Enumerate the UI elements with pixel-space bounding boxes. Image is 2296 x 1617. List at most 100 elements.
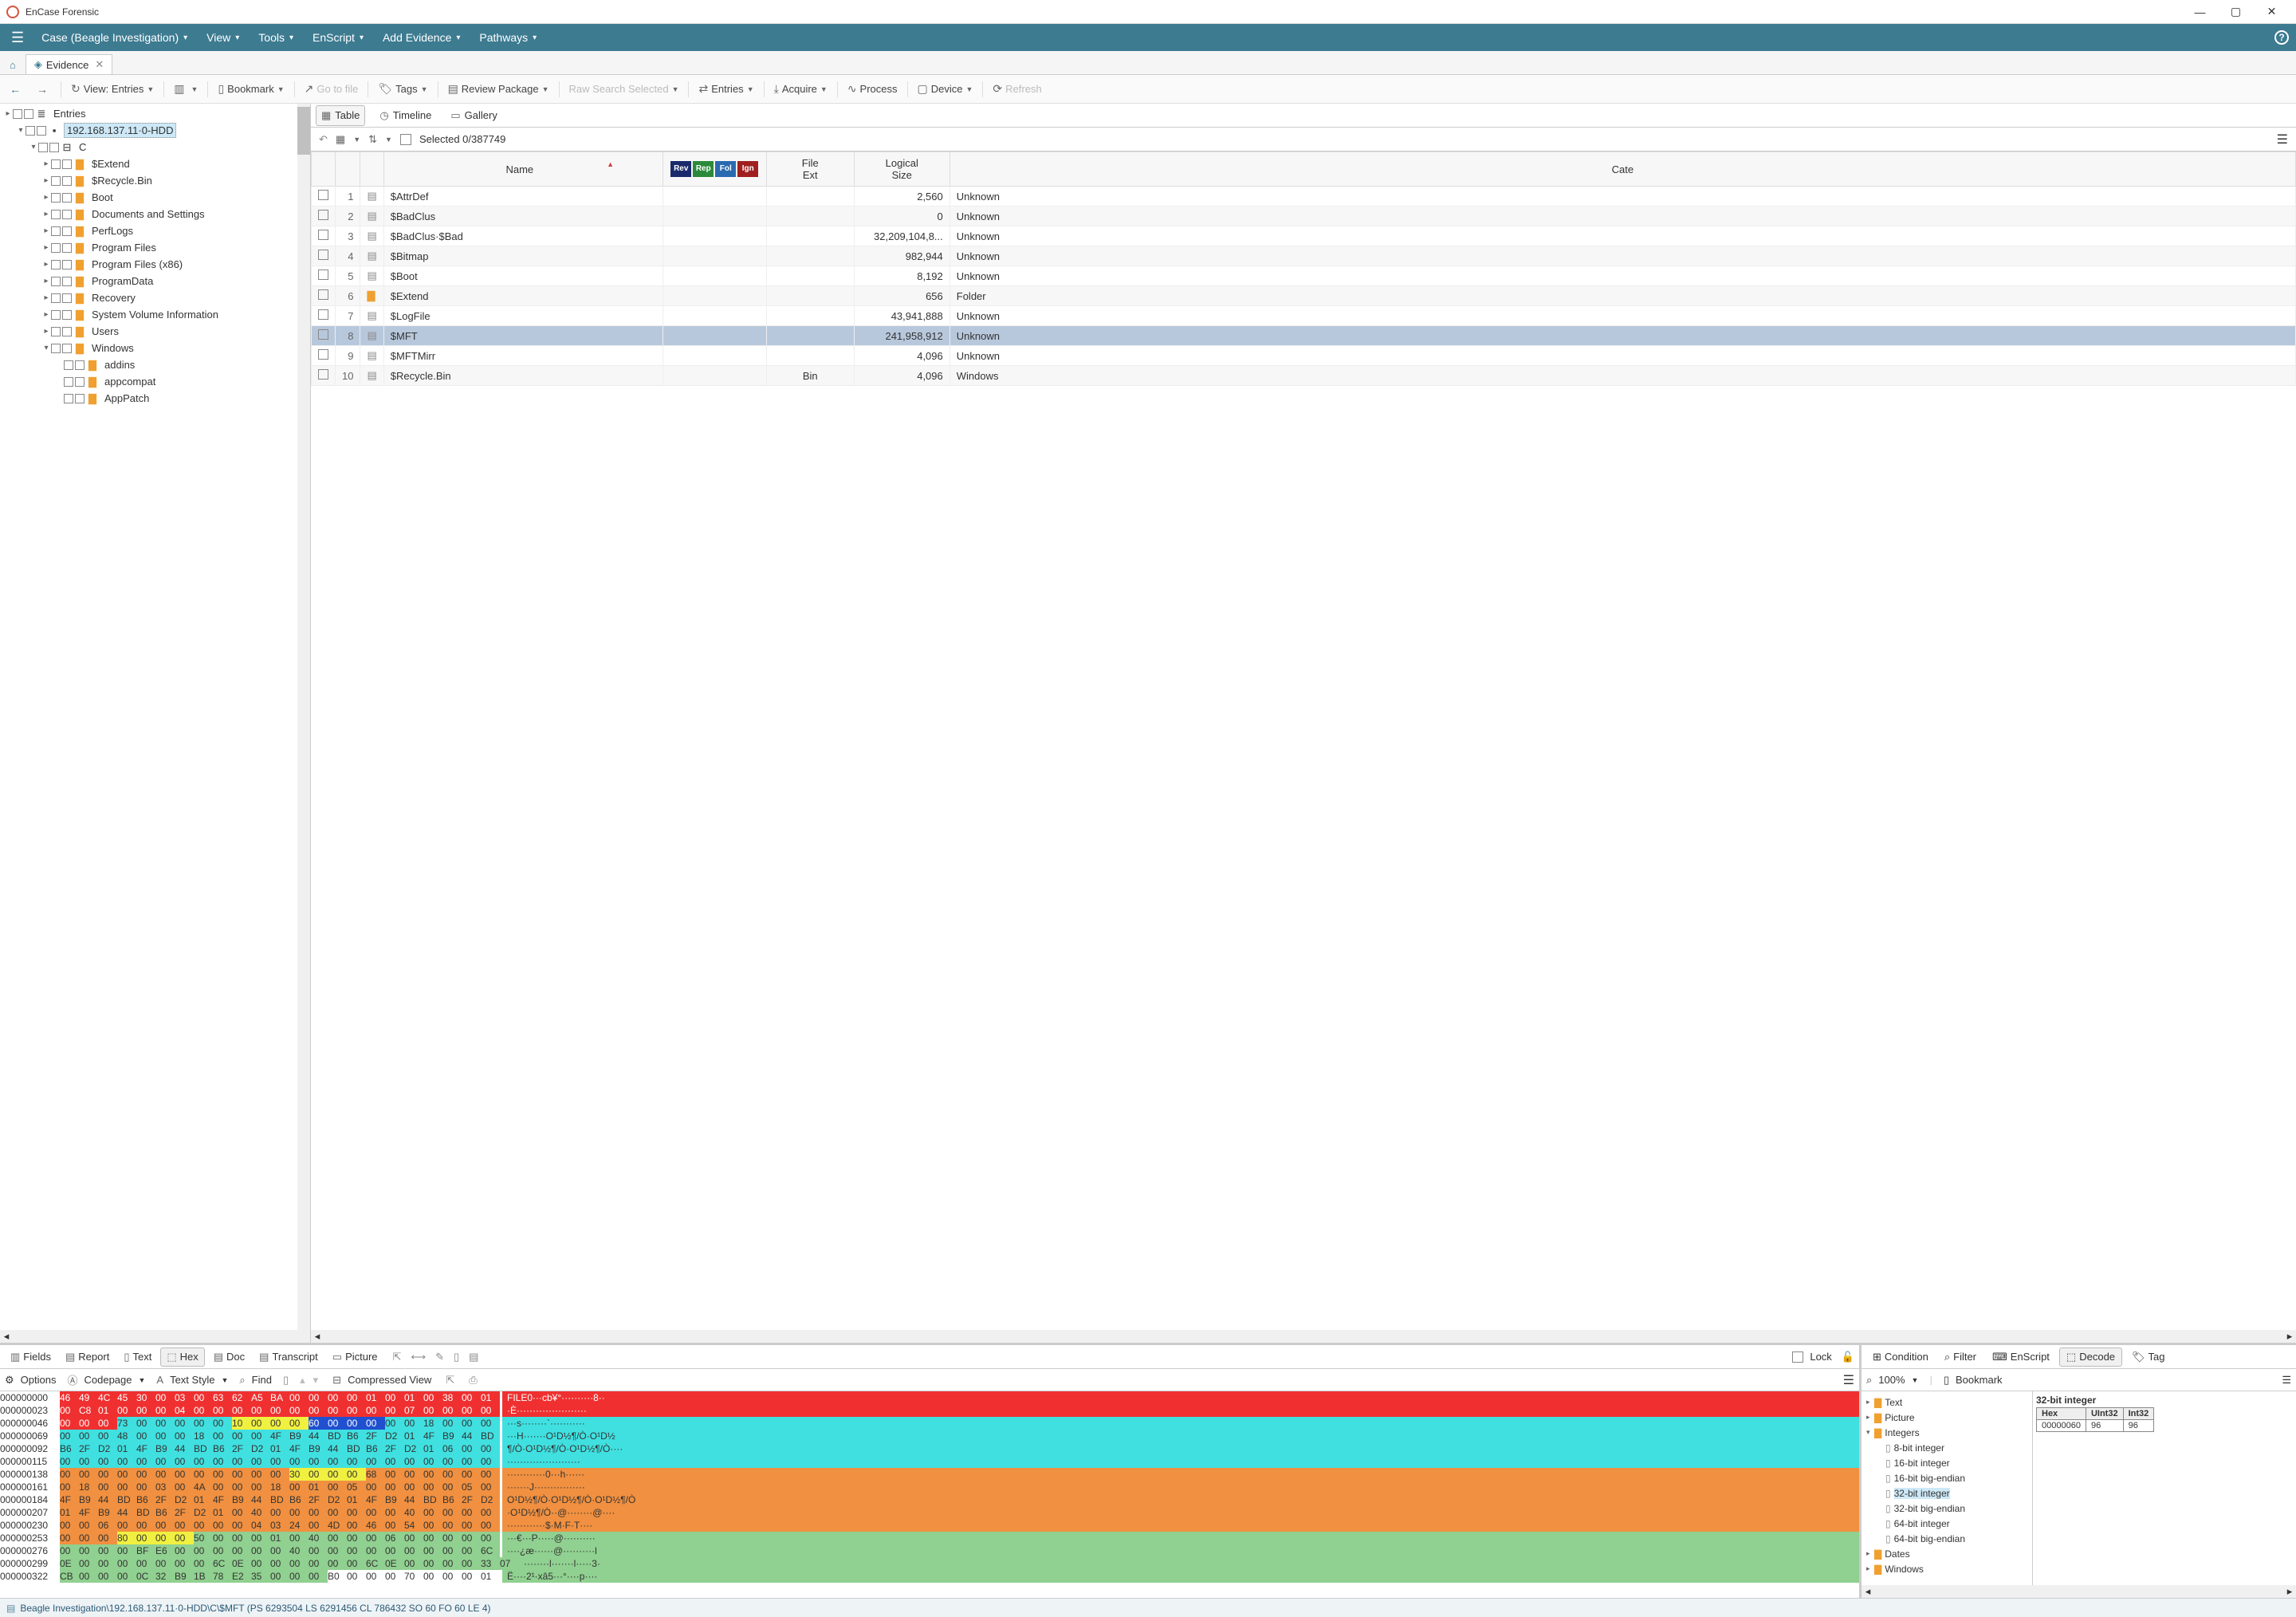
decode-tab-filter[interactable]: ⌕Filter — [1938, 1348, 1983, 1367]
bottom-tab-picture[interactable]: ▭Picture — [327, 1348, 383, 1367]
lock-icon[interactable]: 🔓 — [1842, 1351, 1854, 1363]
entries-button[interactable]: ⇄Entries▼ — [694, 80, 758, 98]
grid-icon[interactable]: ▦ — [336, 133, 345, 146]
table-row[interactable]: 4▤$Bitmap982,944Unknown — [312, 246, 2296, 266]
decode-tab-tag[interactable]: 🏷Tag — [2125, 1348, 2171, 1367]
panel-menu-icon[interactable]: ☰ — [2277, 132, 2288, 148]
bookmark-small-icon[interactable]: ▯ — [1944, 1374, 1949, 1387]
undo-icon[interactable]: ↶ — [319, 133, 328, 146]
decode-tree-node[interactable]: ▯16-bit integer — [1865, 1455, 2029, 1470]
tree-scrollbar[interactable] — [297, 104, 310, 1343]
menu-tools[interactable]: Tools▾ — [249, 24, 303, 51]
tree-node[interactable]: ▸▇ProgramData — [0, 273, 310, 289]
prev-icon[interactable]: ▴ — [300, 1374, 305, 1387]
tree-node[interactable]: ▸▇Documents and Settings — [0, 206, 310, 222]
rawsearch-button[interactable]: Raw Search Selected▼ — [564, 81, 684, 97]
tags-button[interactable]: 🏷Tags▼ — [373, 80, 432, 98]
decode-tree-node[interactable]: ▯64-bit big-endian — [1865, 1531, 2029, 1546]
table-row[interactable]: 8▤$MFT241,958,912Unknown — [312, 326, 2296, 346]
device-button[interactable]: ▢Device▼ — [913, 80, 978, 98]
minimize-button[interactable]: — — [2182, 0, 2218, 24]
gotofile-button[interactable]: ↗Go to file — [300, 80, 364, 98]
close-button[interactable]: ✕ — [2254, 0, 2290, 24]
tree-node[interactable]: ▸▇Boot — [0, 189, 310, 206]
forward-button[interactable]: → — [32, 81, 56, 98]
decode-tab-decode[interactable]: ⬚Decode — [2059, 1348, 2122, 1367]
textstyle-icon[interactable]: A — [156, 1374, 163, 1386]
timeline-view-tab[interactable]: ◷Timeline — [375, 106, 436, 125]
bottom-tab-doc[interactable]: ▤Doc — [208, 1348, 250, 1367]
menu-pathways[interactable]: Pathways▾ — [470, 24, 546, 51]
table-row[interactable]: 1▤$AttrDef2,560Unknown — [312, 187, 2296, 207]
tree-node[interactable]: ▇appcompat — [0, 373, 310, 390]
decode-tree-node[interactable]: ▸▇Dates — [1865, 1546, 2029, 1561]
split-button[interactable]: ▥▼ — [169, 80, 202, 98]
decode-tree-node[interactable]: ▯8-bit integer — [1865, 1440, 2029, 1455]
next-icon[interactable]: ▾ — [313, 1374, 319, 1387]
help-button[interactable]: ? — [2270, 30, 2293, 45]
decode-tree-node[interactable]: ▸▇Text — [1865, 1395, 2029, 1410]
view-button[interactable]: ↻View: Entries▼ — [66, 80, 159, 98]
decode-tree-node[interactable]: ▸▇Picture — [1865, 1410, 2029, 1425]
menu-case-beagle-investigation-[interactable]: Case (Beagle Investigation)▾ — [32, 24, 197, 51]
menu-add-evidence[interactable]: Add Evidence▾ — [373, 24, 470, 51]
table-scrollbar-h[interactable]: ◂▸ — [311, 1330, 2296, 1343]
review-button[interactable]: ▤Review Package▼ — [443, 80, 554, 98]
menu-view[interactable]: View▾ — [197, 24, 249, 51]
decode-scrollbar-h[interactable]: ◂▸ — [1862, 1585, 2296, 1598]
refresh-button[interactable]: ⟳Refresh — [988, 80, 1046, 98]
codepage-icon[interactable]: Ⓐ — [67, 1372, 77, 1387]
select-all-checkbox[interactable] — [400, 134, 411, 145]
home-tab[interactable]: ⌂ — [3, 56, 22, 74]
table-row[interactable]: 7▤$LogFile43,941,888Unknown — [312, 306, 2296, 326]
bottom-tab-hex[interactable]: ⬚Hex — [160, 1348, 204, 1367]
tree-node[interactable]: ▸▇Program Files — [0, 239, 310, 256]
bookmark-button[interactable]: ▯Bookmark▼ — [213, 80, 289, 98]
tree-node[interactable]: ▸▇Program Files (x86) — [0, 256, 310, 273]
bottom-tab-report[interactable]: ▤Report — [60, 1348, 115, 1367]
menu-enscript[interactable]: EnScript▾ — [303, 24, 373, 51]
find-icon[interactable]: ⌕ — [239, 1374, 245, 1387]
tree-node[interactable]: ▸▇Users — [0, 323, 310, 340]
bottom-tab-text[interactable]: ▯Text — [118, 1348, 157, 1367]
print-icon[interactable]: ⎙ — [469, 1374, 477, 1387]
export-icon[interactable]: ⇱ — [446, 1374, 454, 1387]
table-row[interactable]: 2▤$BadClus0Unknown — [312, 207, 2296, 226]
decode-tree-node[interactable]: ▯32-bit big-endian — [1865, 1501, 2029, 1516]
decode-menu-icon[interactable]: ☰ — [2282, 1374, 2291, 1387]
table-row[interactable]: 6▇$Extend656Folder — [312, 286, 2296, 306]
gear-icon[interactable]: ⚙ — [5, 1374, 14, 1387]
tree-scrollbar-h[interactable]: ◂▸ — [0, 1330, 310, 1343]
table-row[interactable]: 10▤$Recycle.BinBin4,096Windows — [312, 366, 2296, 386]
acquire-button[interactable]: ⤓Acquire▼ — [769, 80, 832, 98]
tree-node[interactable]: ▸▇System Volume Information — [0, 306, 310, 323]
decode-tree-node[interactable]: ▯64-bit integer — [1865, 1516, 2029, 1531]
tree-node[interactable]: ▸▇Recovery — [0, 289, 310, 306]
compressed-icon[interactable]: ⊟ — [332, 1374, 341, 1387]
table-row[interactable]: 9▤$MFTMirr4,096Unknown — [312, 346, 2296, 366]
table-row[interactable]: 3▤$BadClus·$Bad32,209,104,8...Unknown — [312, 226, 2296, 246]
decode-tree-node[interactable]: ▯32-bit integer — [1865, 1485, 2029, 1501]
close-tab-icon[interactable]: ✕ — [95, 58, 104, 71]
maximize-button[interactable]: ▢ — [2218, 0, 2254, 24]
lock-checkbox[interactable] — [1792, 1351, 1803, 1363]
clipboard-icon[interactable]: ▯ — [283, 1374, 289, 1387]
gallery-view-tab[interactable]: ▭Gallery — [446, 106, 501, 125]
hamburger-menu-icon[interactable]: ☰ — [3, 30, 32, 46]
tree-node[interactable]: ▇AppPatch — [0, 390, 310, 407]
decode-tree-node[interactable]: ▾▇Integers — [1865, 1425, 2029, 1440]
decode-tab-condition[interactable]: ⊞Condition — [1866, 1348, 1935, 1367]
decode-tree-node[interactable]: ▯16-bit big-endian — [1865, 1470, 2029, 1485]
share-icon[interactable]: ⇱ — [393, 1351, 402, 1363]
back-button[interactable]: ← — [5, 81, 29, 98]
tree-node[interactable]: ▇addins — [0, 356, 310, 373]
tree-node[interactable]: ▸▇PerfLogs — [0, 222, 310, 239]
hex-menu-icon[interactable]: ☰ — [1843, 1372, 1854, 1388]
process-button[interactable]: ∿Process — [843, 80, 902, 98]
decode-tree-node[interactable]: ▸▇Windows — [1865, 1561, 2029, 1576]
table-view-tab[interactable]: ▦Table — [316, 105, 365, 126]
table-row[interactable]: 5▤$Boot8,192Unknown — [312, 266, 2296, 286]
link-icon[interactable]: ⟷ — [411, 1351, 426, 1363]
sort-icon[interactable]: ⇅ — [368, 133, 377, 146]
doc-icon[interactable]: ▤ — [469, 1351, 478, 1363]
